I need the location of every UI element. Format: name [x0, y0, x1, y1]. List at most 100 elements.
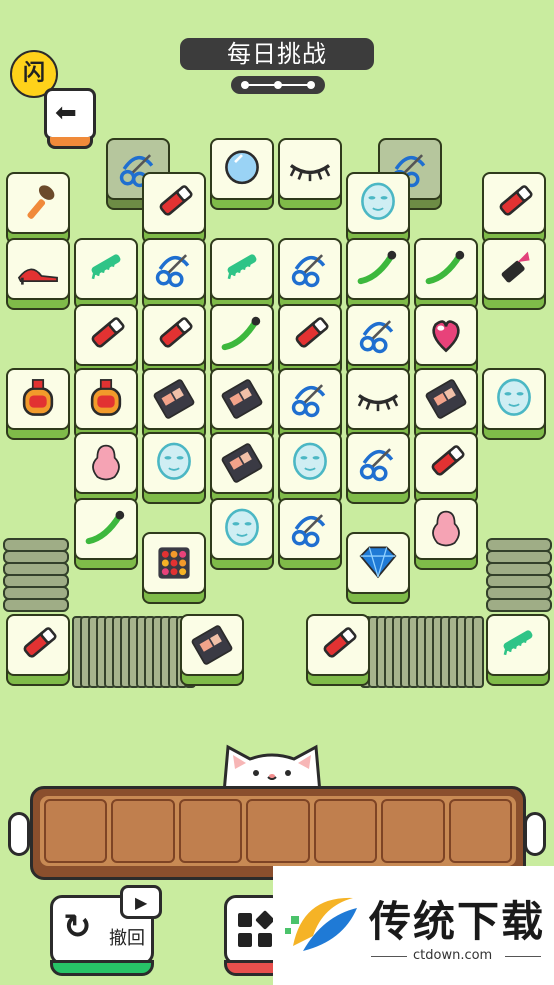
mahjong-tile[interactable]: [6, 172, 70, 244]
perfume-icon: [22, 379, 54, 416]
face-mask-icon: [361, 182, 395, 220]
mahjong-tile[interactable]: [6, 614, 70, 686]
mahjong-tile[interactable]: [414, 498, 478, 570]
makeup-brush-icon: [27, 185, 55, 219]
makeup-sponge-icon: [92, 444, 120, 481]
hair-straightener-icon: [357, 250, 397, 285]
mahjong-tile[interactable]: [210, 498, 274, 570]
mahjong-tile[interactable]: [142, 432, 206, 504]
deck-card: [472, 616, 484, 688]
mahjong-tile[interactable]: [482, 238, 546, 310]
mahjong-tile[interactable]: [278, 238, 342, 310]
tray-slot: [381, 799, 445, 863]
mahjong-tile[interactable]: [414, 238, 478, 310]
mahjong-tile[interactable]: [278, 432, 342, 504]
mahjong-tile[interactable]: [278, 368, 342, 440]
mahjong-tile[interactable]: [278, 138, 342, 210]
mahjong-tile[interactable]: [74, 368, 138, 440]
mahjong-tile[interactable]: [346, 532, 410, 604]
eyeshadow-palette-icon: [425, 379, 467, 419]
tray-slot: [178, 799, 243, 863]
watermark-banner: 传统下载 ctdown.com: [273, 866, 554, 985]
tray-slot: [448, 799, 512, 863]
eyelash-curler-icon: [291, 514, 326, 548]
lipstick-red-icon: [159, 317, 193, 348]
level-progress: [231, 76, 325, 94]
lipstick-red-icon: [159, 185, 193, 216]
side-stack: [486, 598, 552, 612]
compact-icon: [432, 320, 460, 353]
lipstick-red-icon: [431, 445, 465, 476]
mahjong-tile[interactable]: [414, 304, 478, 376]
mahjong-tile[interactable]: [142, 532, 206, 604]
face-mask-icon: [225, 508, 259, 546]
mahjong-tile[interactable]: [482, 368, 546, 440]
mahjong-tile[interactable]: [278, 498, 342, 570]
hair-straightener-icon: [221, 316, 261, 351]
mahjong-tile[interactable]: [74, 498, 138, 570]
side-stack: [3, 598, 69, 612]
mahjong-tile[interactable]: [210, 304, 274, 376]
mahjong-tile[interactable]: [74, 304, 138, 376]
back-button[interactable]: ⬅: [44, 88, 96, 149]
eyelashes-icon: [289, 164, 331, 182]
mahjong-tile[interactable]: [142, 304, 206, 376]
mahjong-tile[interactable]: [210, 138, 274, 210]
mahjong-tile[interactable]: [142, 368, 206, 440]
undo-label: 撤回: [109, 928, 145, 949]
tray-slot: [313, 799, 378, 863]
mahjong-tile[interactable]: [6, 368, 70, 440]
mahjong-tile[interactable]: [6, 238, 70, 310]
mahjong-tile[interactable]: [346, 238, 410, 310]
mahjong-tile[interactable]: [306, 614, 370, 686]
mahjong-tile[interactable]: [346, 172, 410, 244]
page-title: 每日挑战: [180, 38, 374, 70]
mahjong-tile[interactable]: [142, 238, 206, 310]
mahjong-tile[interactable]: [346, 432, 410, 504]
eyeshadow-palette-icon: [191, 625, 233, 665]
mahjong-tile[interactable]: [210, 432, 274, 504]
makeup-sponge-icon: [432, 510, 460, 547]
face-mask-icon: [497, 378, 531, 416]
mahjong-tile[interactable]: [482, 172, 546, 244]
watch-video-button[interactable]: ▶: [120, 885, 162, 919]
watermark-title: 传统下载: [369, 897, 546, 946]
refresh-icon: ↻: [63, 907, 92, 947]
eyelash-curler-icon: [291, 254, 326, 288]
mirror-icon: [225, 150, 259, 185]
perfume-icon: [90, 379, 122, 416]
mahjong-tile[interactable]: [346, 368, 410, 440]
mahjong-tile[interactable]: [486, 614, 550, 686]
eyelash-curler-icon: [359, 320, 394, 354]
mahjong-tile[interactable]: [278, 304, 342, 376]
mahjong-tile[interactable]: [142, 172, 206, 244]
mahjong-tile[interactable]: [74, 238, 138, 310]
grid-icon: [238, 910, 275, 947]
eyeshadow-palette-icon: [221, 443, 263, 483]
mahjong-tile[interactable]: [414, 432, 478, 504]
eyeshadow-grid-icon: [158, 547, 190, 579]
bone-left-icon: [8, 812, 30, 856]
eyelashes-icon: [357, 394, 399, 412]
lipstick-red-icon: [91, 317, 125, 348]
mahjong-tile[interactable]: [210, 238, 274, 310]
tray-slot: [44, 799, 108, 863]
comb-icon: [503, 630, 533, 656]
lipstick-red-icon: [23, 627, 57, 658]
tray-slot: [246, 799, 310, 863]
tray-slot: [111, 799, 175, 863]
face-mask-icon: [157, 442, 191, 480]
mahjong-tile[interactable]: [180, 614, 244, 686]
back-arrow-icon: ⬅: [55, 98, 77, 128]
lipstick-red-icon: [323, 627, 357, 658]
mahjong-tile[interactable]: [210, 368, 274, 440]
lipstick-red-icon: [499, 185, 533, 216]
watermark-url: ctdown.com: [413, 948, 493, 963]
mahjong-tile[interactable]: [414, 368, 478, 440]
eyeshadow-palette-icon: [221, 379, 263, 419]
face-mask-icon: [293, 442, 327, 480]
mahjong-tile[interactable]: [346, 304, 410, 376]
mahjong-tile[interactable]: [74, 432, 138, 504]
hair-straightener-icon: [425, 250, 465, 285]
eyelash-curler-icon: [359, 448, 394, 482]
